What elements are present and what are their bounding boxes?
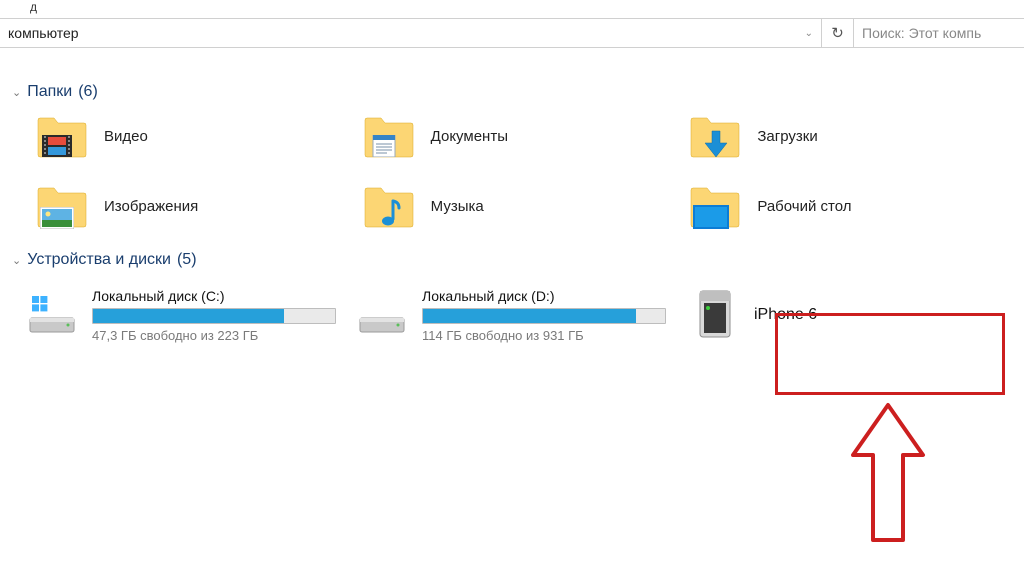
folder-videos[interactable]: Видео (36, 113, 363, 159)
folder-pictures[interactable]: Изображения (36, 183, 363, 229)
videos-folder-icon (36, 113, 88, 159)
drive-c-icon (26, 292, 78, 338)
music-folder-icon (363, 183, 415, 229)
group-count: (6) (78, 83, 98, 101)
window-title-fragment: д (30, 0, 37, 14)
chevron-down-icon: ⌄ (12, 254, 21, 267)
group-header-devices[interactable]: ⌄ Устройства и диски (5) (8, 251, 1016, 269)
drive-progress (422, 308, 666, 324)
drive-progress (92, 308, 336, 324)
search-placeholder: Поиск: Этот компь (862, 25, 981, 41)
content-area: ⌄ Папки (6) Видео Документы Загрузки (8, 75, 1016, 349)
chevron-down-icon[interactable]: ⌄ (805, 28, 813, 39)
folders-grid: Видео Документы Загрузки Изображения (8, 113, 1016, 229)
drives-grid: Локальный диск (C:) 47,3 ГБ свободно из … (8, 281, 1016, 349)
refresh-button[interactable]: ↻ (822, 19, 854, 47)
folder-label: Видео (104, 128, 148, 145)
drive-d-icon (356, 292, 408, 338)
group-title: Папки (27, 83, 72, 101)
drive-d[interactable]: Локальный диск (D:) 114 ГБ свободно из 9… (356, 281, 686, 349)
drive-subtext: 114 ГБ свободно из 931 ГБ (422, 328, 666, 343)
drive-subtext: 47,3 ГБ свободно из 223 ГБ (92, 328, 336, 343)
address-text: компьютер (8, 25, 79, 41)
folder-desktop[interactable]: Рабочий стол (689, 183, 1016, 229)
chevron-down-icon: ⌄ (12, 86, 21, 99)
folder-label: Изображения (104, 198, 198, 215)
desktop-folder-icon (689, 183, 741, 229)
device-label: iPhone 6 (754, 306, 817, 324)
documents-folder-icon (363, 113, 415, 159)
refresh-icon: ↻ (831, 24, 844, 42)
group-header-folders[interactable]: ⌄ Папки (6) (8, 83, 1016, 101)
folder-label: Документы (431, 128, 508, 145)
folder-label: Загрузки (757, 128, 817, 145)
group-title: Устройства и диски (27, 251, 171, 269)
group-count: (5) (177, 251, 197, 269)
device-icon (694, 289, 736, 341)
pictures-folder-icon (36, 183, 88, 229)
folder-documents[interactable]: Документы (363, 113, 690, 159)
folder-label: Рабочий стол (757, 198, 851, 215)
drive-label: Локальный диск (D:) (422, 288, 666, 304)
search-input[interactable]: Поиск: Этот компь (854, 19, 1024, 47)
address-row: компьютер ⌄ ↻ Поиск: Этот компь (0, 18, 1024, 48)
progress-fill (423, 309, 636, 323)
folder-label: Музыка (431, 198, 484, 215)
downloads-folder-icon (689, 113, 741, 159)
drive-label: Локальный диск (C:) (92, 288, 336, 304)
progress-fill (93, 309, 284, 323)
folder-music[interactable]: Музыка (363, 183, 690, 229)
folder-downloads[interactable]: Загрузки (689, 113, 1016, 159)
address-bar[interactable]: компьютер ⌄ (0, 19, 822, 47)
drive-c[interactable]: Локальный диск (C:) 47,3 ГБ свободно из … (26, 281, 356, 349)
annotation-arrow-icon (848, 400, 928, 550)
device-iphone[interactable]: iPhone 6 (686, 281, 1016, 349)
